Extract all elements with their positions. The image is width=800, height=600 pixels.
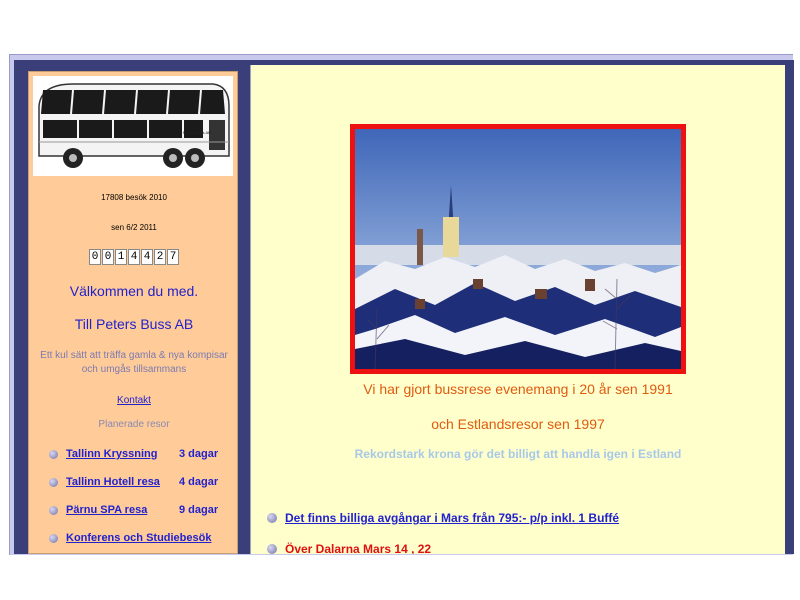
- counter-digit: 4: [141, 249, 153, 265]
- welcome-line-1: Välkommen du med.: [69, 283, 199, 299]
- bullet-icon: [267, 513, 277, 523]
- trip-name[interactable]: Konferens och Studiebesök: [66, 532, 211, 544]
- bullet-icon: [49, 477, 58, 487]
- visits-text: 17808 besök 2010: [101, 193, 167, 202]
- trip-item[interactable]: Tallinn Hotell resa 4 dagar: [49, 474, 237, 490]
- counter-digit: 1: [115, 249, 127, 265]
- bullet-icon: [49, 505, 58, 515]
- bullet-icon: [49, 533, 58, 543]
- contact-link[interactable]: Kontakt: [117, 395, 151, 406]
- hit-counter: 0 0 1 4 4 2 7: [89, 249, 179, 265]
- main-content: Vi har gjort bussrese evenemang i 20 år …: [250, 65, 785, 554]
- offer-link[interactable]: Det finns billiga avgångar i Mars från 7…: [285, 511, 619, 525]
- trip-name[interactable]: Pärnu SPA resa: [66, 504, 147, 516]
- tagline: Ett kul sätt att träffa gamla & nya komp…: [40, 350, 228, 375]
- trip-days: 9 dagar: [179, 504, 219, 516]
- counter-digit: 2: [154, 249, 166, 265]
- offer-item[interactable]: Det finns billiga avgångar i Mars från 7…: [267, 511, 767, 525]
- history-line-2: och Estlandsresor sen 1997: [431, 416, 605, 432]
- counter-digit: 4: [128, 249, 140, 265]
- planned-trips-label: Planerade resor: [98, 419, 170, 430]
- trip-item[interactable]: Tallinn Kryssning 3 dagar: [49, 446, 237, 462]
- since-text: sen 6/2 2011: [111, 223, 157, 232]
- bullet-icon: [49, 449, 58, 459]
- trip-days: 4 dagar: [179, 476, 219, 488]
- counter-digit: 7: [167, 249, 179, 265]
- krona-note: Rekordstark krona gör det billigt att ha…: [354, 447, 682, 461]
- counter-digit: 0: [89, 249, 101, 265]
- welcome-line-2: Till Peters Buss AB: [74, 316, 194, 332]
- trip-days: 3 dagar: [179, 448, 219, 460]
- trip-name[interactable]: Tallinn Hotell resa: [66, 476, 160, 488]
- bus-image: Peters Buss AB: [33, 76, 233, 176]
- tallinn-photo-frame: [350, 124, 686, 374]
- trip-name[interactable]: Tallinn Kryssning: [66, 448, 157, 460]
- history-line-1: Vi har gjort bussrese evenemang i 20 år …: [363, 381, 673, 397]
- sidebar: Peters Buss AB 17808 besök 2010 sen 6/2 …: [28, 71, 238, 554]
- offer-item: Över Dalarna Mars 14 , 22: [267, 542, 767, 554]
- trip-item[interactable]: Konferens och Studiebesök: [49, 530, 237, 546]
- offer-text: Över Dalarna Mars 14 , 22: [285, 542, 432, 554]
- tallinn-photo: [355, 129, 681, 369]
- counter-digit: 0: [102, 249, 114, 265]
- bus-label: Peters Buss AB: [183, 130, 211, 135]
- trip-item[interactable]: Pärnu SPA resa 9 dagar: [49, 502, 237, 518]
- bullet-icon: [267, 544, 277, 554]
